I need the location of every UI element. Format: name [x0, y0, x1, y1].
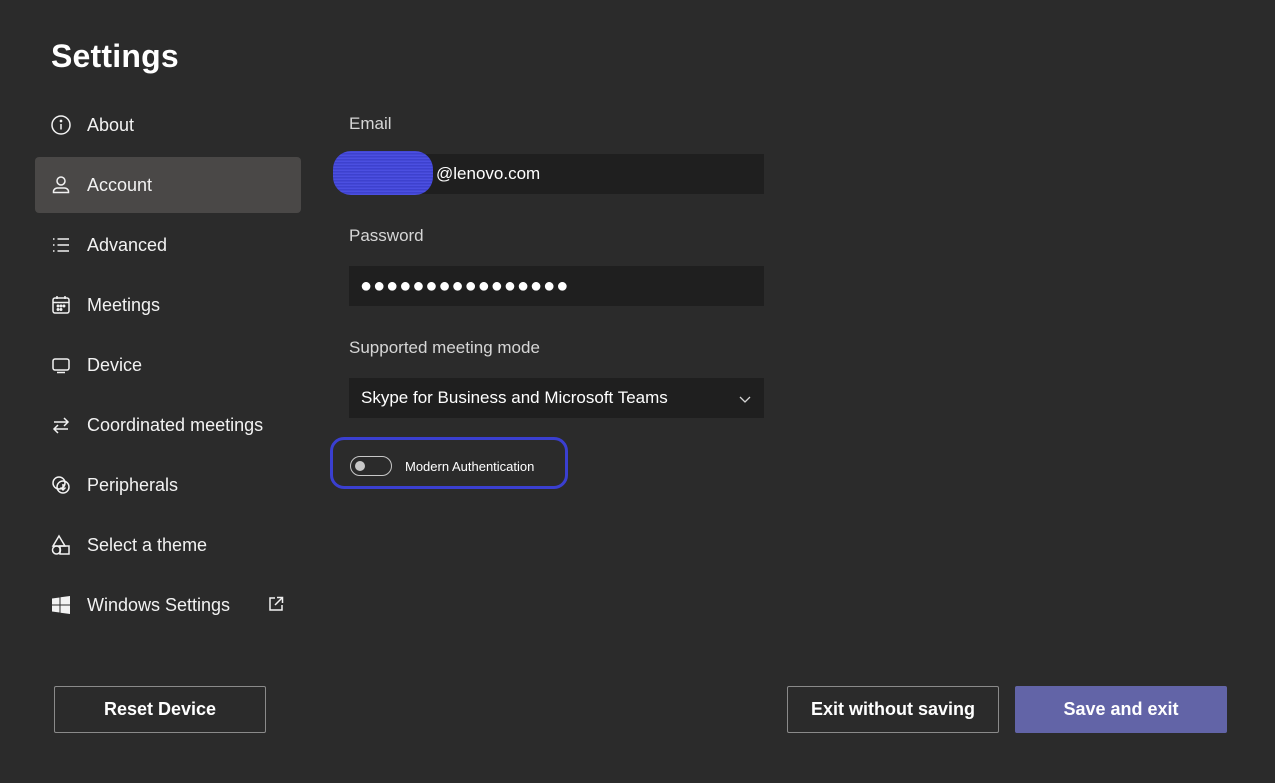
password-field[interactable]: ●●●●●●●●●●●●●●●●	[349, 266, 764, 306]
modern-auth-highlight: Modern Authentication	[330, 437, 568, 489]
account-form: Email @lenovo.com Password ●●●●●●●●●●●●●…	[333, 114, 764, 418]
exit-without-saving-button[interactable]: Exit without saving	[787, 686, 999, 733]
sidebar-item-advanced[interactable]: Advanced	[35, 217, 301, 273]
sidebar-item-account[interactable]: Account	[35, 157, 301, 213]
settings-page: Settings About Account Advanced Meetings	[0, 0, 1275, 783]
toggle-knob	[355, 461, 365, 471]
email-field[interactable]: @lenovo.com	[333, 151, 764, 195]
password-value: ●●●●●●●●●●●●●●●●	[360, 274, 570, 297]
sidebar-nav: About Account Advanced Meetings Device C…	[35, 97, 301, 637]
sidebar-item-label: Windows Settings	[87, 594, 231, 615]
sidebar-item-label: Coordinated meetings	[87, 414, 264, 435]
sidebar-item-device[interactable]: Device	[35, 337, 301, 393]
meeting-mode-select[interactable]: Skype for Business and Microsoft Teams	[349, 378, 764, 418]
meeting-mode-label: Supported meeting mode	[349, 338, 540, 357]
sidebar-item-label: About	[87, 114, 135, 135]
sidebar-item-coordinated-meetings[interactable]: Coordinated meetings	[35, 397, 301, 453]
shapes-icon	[50, 534, 72, 556]
chevron-down-icon	[738, 391, 752, 405]
info-icon	[50, 114, 72, 136]
sidebar-item-label: Meetings	[87, 294, 161, 315]
sidebar-item-label: Advanced	[87, 234, 168, 255]
redaction-scribble	[333, 151, 433, 195]
monitor-icon	[50, 354, 72, 376]
sidebar-item-label: Peripherals	[87, 474, 179, 495]
sidebar-item-windows-settings[interactable]: Windows Settings	[35, 577, 301, 633]
modern-auth-label: Modern Authentication	[405, 459, 535, 474]
sidebar-item-select-theme[interactable]: Select a theme	[35, 517, 301, 573]
arrows-swap-icon	[50, 414, 72, 436]
email-label: Email	[349, 114, 392, 133]
calendar-icon	[50, 294, 72, 316]
peripherals-icon	[50, 474, 72, 496]
password-label: Password	[349, 226, 424, 245]
list-icon	[50, 234, 72, 256]
page-title: Settings	[51, 38, 179, 74]
modern-auth-toggle[interactable]	[350, 456, 392, 476]
person-icon	[50, 174, 72, 196]
sidebar-item-label: Select a theme	[87, 534, 208, 555]
save-and-exit-button[interactable]: Save and exit	[1015, 686, 1227, 733]
sidebar-item-about[interactable]: About	[35, 97, 301, 153]
windows-logo-icon	[50, 594, 72, 616]
sidebar-item-peripherals[interactable]: Peripherals	[35, 457, 301, 513]
sidebar-item-label: Account	[87, 174, 153, 195]
sidebar-item-meetings[interactable]: Meetings	[35, 277, 301, 333]
open-external-icon	[266, 594, 286, 614]
email-value: @lenovo.com	[436, 164, 541, 183]
reset-device-button[interactable]: Reset Device	[54, 686, 266, 733]
sidebar-item-label: Device	[87, 354, 143, 375]
meeting-mode-value: Skype for Business and Microsoft Teams	[361, 388, 668, 407]
